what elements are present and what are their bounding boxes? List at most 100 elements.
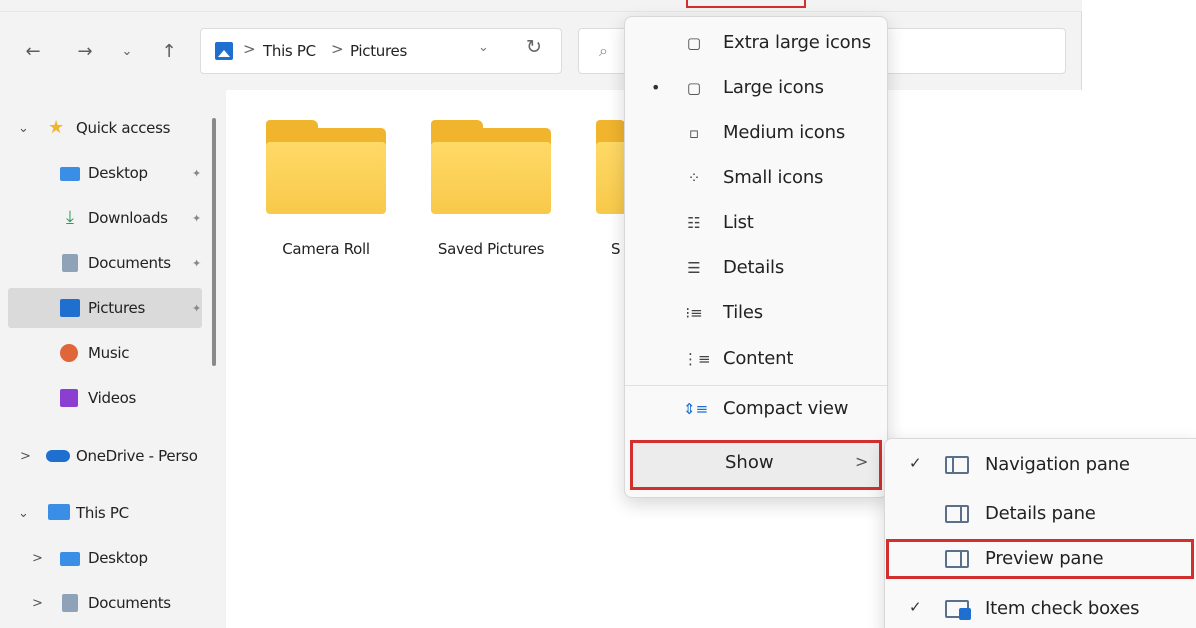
small-icons-icon: ⁘ — [687, 169, 701, 187]
menu-item-label: Show — [725, 452, 774, 473]
download-icon: ⤓ — [66, 207, 74, 228]
chevron-right-icon: > — [855, 452, 869, 471]
menu-item-label: Compact view — [723, 398, 849, 419]
submenu-item-navigation-pane[interactable]: ✓ Navigation pane — [885, 443, 1196, 487]
details-pane-icon — [945, 505, 969, 523]
breadcrumb-separator: > — [331, 40, 344, 58]
view-button-highlight — [686, 0, 806, 8]
folder-label[interactable]: Saved Pictures — [416, 240, 566, 258]
recent-locations-button[interactable]: ⌄ — [114, 38, 140, 64]
sidebar-item-videos[interactable]: Videos — [8, 378, 202, 418]
star-icon: ★ — [48, 117, 65, 138]
music-icon — [60, 344, 78, 362]
up-button[interactable]: ↑ — [156, 38, 182, 64]
menu-item-label: Details — [723, 257, 785, 278]
menu-item-label: Small icons — [723, 167, 824, 188]
documents-icon — [62, 594, 78, 612]
view-menu: ▢ Extra large icons • ▢ Large icons ▫ Me… — [624, 16, 888, 498]
search-icon: ⌕ — [599, 41, 608, 60]
menu-item-list[interactable]: ☷ List — [625, 203, 887, 243]
sidebar-item-label: Pictures — [88, 299, 145, 317]
show-submenu: ✓ Navigation pane Details pane Preview p… — [884, 438, 1196, 628]
menu-item-label: Tiles — [723, 302, 763, 323]
breadcrumb-this-pc[interactable]: This PC — [263, 42, 316, 60]
sidebar-item-desktop[interactable]: Desktop ✦ — [8, 153, 202, 193]
sidebar-item-pc-documents[interactable]: > Documents — [8, 583, 202, 623]
menu-item-tiles[interactable]: ⁝≡ Tiles — [625, 293, 887, 333]
chevron-right-icon[interactable]: > — [32, 596, 43, 611]
menu-item-label: Large icons — [723, 77, 824, 98]
menu-item-small-icons[interactable]: ⁘ Small icons — [625, 158, 887, 198]
content-icon: ⋮≡ — [683, 350, 711, 368]
sidebar-scrollbar[interactable] — [212, 118, 216, 366]
chevron-down-icon[interactable]: ⌄ — [18, 121, 29, 136]
up-arrow-icon: ↑ — [161, 40, 177, 62]
sidebar-item-pictures[interactable]: Pictures ✦ — [8, 288, 202, 328]
sidebar-item-label: Quick access — [76, 119, 171, 137]
medium-icons-icon: ▫ — [688, 124, 700, 142]
sidebar-item-this-pc[interactable]: ⌄ This PC — [8, 493, 202, 533]
submenu-item-label: Item check boxes — [985, 598, 1140, 619]
submenu-item-item-check-boxes[interactable]: ✓ Item check boxes — [885, 587, 1196, 628]
pin-icon: ✦ — [192, 166, 202, 180]
menu-item-extra-large-icons[interactable]: ▢ Extra large icons — [625, 23, 887, 63]
submenu-item-details-pane[interactable]: Details pane — [885, 492, 1196, 536]
sidebar-item-label: This PC — [76, 504, 129, 522]
selected-bullet: • — [651, 78, 661, 97]
back-button[interactable]: ← — [20, 38, 46, 64]
address-bar[interactable]: > This PC > Pictures — [200, 28, 562, 74]
list-icon: ☷ — [687, 214, 701, 232]
extra-large-icons-icon: ▢ — [686, 34, 702, 52]
videos-icon — [60, 389, 78, 407]
desktop-icon — [60, 167, 80, 181]
sidebar-item-downloads[interactable]: ⤓ Downloads ✦ — [8, 198, 202, 238]
sidebar-item-pc-desktop[interactable]: > Desktop — [8, 538, 202, 578]
sidebar-item-label: Music — [88, 344, 130, 362]
folder-camera-roll[interactable] — [266, 120, 386, 220]
refresh-icon[interactable]: ↻ — [526, 36, 542, 58]
menu-item-label: Content — [723, 348, 794, 369]
pictures-icon — [60, 299, 80, 317]
large-icons-icon: ▢ — [686, 79, 702, 97]
menu-item-show[interactable]: Show > — [630, 440, 882, 490]
menu-item-compact-view[interactable]: ⇕≡ Compact view — [625, 389, 887, 429]
sidebar-item-label: Videos — [88, 389, 137, 407]
menu-divider — [625, 385, 887, 386]
sidebar-item-label: Documents — [88, 254, 171, 272]
sidebar-item-quick-access[interactable]: ⌄ ★ Quick access — [8, 108, 202, 148]
menu-item-details[interactable]: ☰ Details — [625, 248, 887, 288]
forward-arrow-icon: → — [77, 40, 93, 62]
address-dropdown-icon[interactable]: ⌄ — [478, 40, 489, 55]
sidebar-item-label: OneDrive - Perso — [76, 447, 198, 465]
chevron-right-icon[interactable]: > — [32, 551, 43, 566]
pin-icon: ✦ — [192, 256, 202, 270]
forward-button[interactable]: → — [72, 38, 98, 64]
menu-item-large-icons[interactable]: • ▢ Large icons — [625, 68, 887, 108]
submenu-item-label: Details pane — [985, 503, 1096, 524]
checkmark-icon: ✓ — [909, 598, 922, 616]
sidebar-item-onedrive[interactable]: > OneDrive - Perso — [8, 436, 202, 476]
sidebar-item-music[interactable]: Music — [8, 333, 202, 373]
menu-item-medium-icons[interactable]: ▫ Medium icons — [625, 113, 887, 153]
pc-icon — [48, 504, 70, 520]
breadcrumb-separator: > — [243, 40, 256, 58]
pin-icon: ✦ — [192, 301, 202, 315]
menu-item-content[interactable]: ⋮≡ Content — [625, 339, 887, 379]
chevron-down-icon[interactable]: ⌄ — [18, 506, 29, 521]
menu-item-label: Extra large icons — [723, 32, 871, 53]
back-arrow-icon: ← — [25, 40, 41, 62]
sidebar-item-documents[interactable]: Documents ✦ — [8, 243, 202, 283]
check-boxes-icon — [945, 600, 971, 620]
checkmark-icon: ✓ — [909, 454, 922, 472]
chevron-right-icon[interactable]: > — [20, 449, 31, 464]
menu-item-label: Medium icons — [723, 122, 845, 143]
chevron-down-icon: ⌄ — [121, 43, 133, 59]
pictures-location-icon — [215, 42, 233, 60]
folder-saved-pictures[interactable] — [431, 120, 551, 220]
folder-partial[interactable] — [596, 120, 626, 220]
documents-icon — [62, 254, 78, 272]
folder-label[interactable]: Camera Roll — [251, 240, 401, 258]
breadcrumb-pictures[interactable]: Pictures — [350, 42, 407, 60]
tiles-icon: ⁝≡ — [685, 304, 703, 322]
sidebar-item-label: Downloads — [88, 209, 168, 227]
